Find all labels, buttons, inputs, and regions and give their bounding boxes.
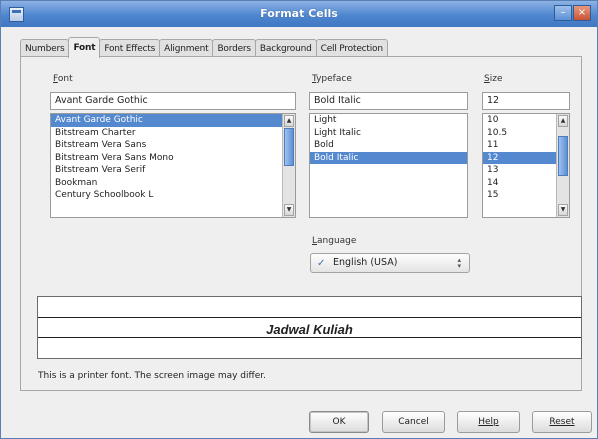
title-bar[interactable]: Format Cells – × — [1, 1, 597, 27]
printer-font-note: This is a printer font. The screen image… — [38, 371, 266, 381]
preview-top-line — [38, 317, 581, 318]
format-cells-dialog: Format Cells – × Numbers Font Font Effec… — [0, 0, 598, 439]
scroll-down-icon[interactable]: ▼ — [284, 204, 294, 216]
list-item[interactable]: Bold Italic — [310, 151, 467, 164]
tab-alignment[interactable]: Alignment — [159, 39, 214, 57]
preview-text: Jadwal Kuliah — [266, 322, 353, 337]
language-select[interactable]: ✓ English (USA) ▴ ▾ — [310, 253, 470, 273]
size-input[interactable]: 12 — [482, 92, 570, 110]
list-item[interactable]: Bitstream Vera Serif — [51, 164, 295, 177]
preview-baseline — [38, 337, 581, 338]
window-controls: – × — [553, 5, 591, 22]
scroll-thumb[interactable] — [284, 128, 294, 166]
list-item[interactable]: Bold — [310, 139, 467, 152]
list-item[interactable]: Light Italic — [310, 127, 467, 140]
list-item[interactable]: Avant Garde Gothic — [51, 114, 295, 127]
list-item[interactable]: Bitstream Vera Sans Mono — [51, 152, 295, 165]
font-name-input[interactable]: Avant Garde Gothic — [50, 92, 296, 110]
help-button[interactable]: Help — [457, 411, 520, 433]
tab-bar: Numbers Font Font Effects Alignment Bord… — [20, 37, 388, 58]
ok-button[interactable]: OK — [309, 411, 369, 433]
scroll-up-icon[interactable]: ▲ — [558, 115, 568, 127]
cancel-button[interactable]: Cancel — [382, 411, 445, 433]
spin-arrows-icon: ▴ ▾ — [457, 256, 461, 270]
list-item[interactable]: Bitstream Charter — [51, 127, 295, 140]
tab-font[interactable]: Font — [68, 37, 101, 58]
scroll-down-icon[interactable]: ▼ — [558, 204, 568, 216]
minimize-icon: – — [560, 7, 566, 18]
size-list-scrollbar[interactable]: ▲ ▼ — [556, 114, 569, 217]
tab-background[interactable]: Background — [254, 39, 317, 57]
window-title: Format Cells — [260, 7, 338, 20]
typeface-label: Typeface — [312, 74, 352, 84]
scroll-up-icon[interactable]: ▲ — [284, 115, 294, 127]
close-icon: × — [577, 7, 587, 18]
list-item[interactable]: Bitstream Vera Sans — [51, 139, 295, 152]
list-item[interactable]: Century Schoolbook L — [51, 189, 295, 202]
tab-font-effects[interactable]: Font Effects — [99, 39, 161, 57]
font-preview: Jadwal Kuliah — [37, 296, 582, 359]
close-button[interactable]: × — [573, 5, 591, 21]
typeface-input[interactable]: Bold Italic — [309, 92, 468, 110]
tab-borders[interactable]: Borders — [212, 39, 256, 57]
minimize-button[interactable]: – — [554, 5, 572, 21]
size-label: Size — [484, 74, 503, 84]
list-item[interactable]: Bookman — [51, 177, 295, 190]
language-value: English (USA) — [333, 257, 398, 268]
language-label: Language — [312, 236, 357, 246]
size-list[interactable]: 10 10.5 11 12 13 14 15 ▲ ▼ — [482, 113, 570, 218]
font-label: Font — [53, 74, 73, 84]
tab-cell-protection[interactable]: Cell Protection — [315, 39, 388, 57]
spell-check-icon: ✓ — [317, 258, 326, 269]
list-item[interactable]: Light — [310, 114, 467, 127]
font-list[interactable]: Avant Garde Gothic Bitstream Charter Bit… — [50, 113, 296, 218]
typeface-list[interactable]: Light Light Italic Bold Bold Italic — [309, 113, 468, 218]
font-list-scrollbar[interactable]: ▲ ▼ — [282, 114, 295, 217]
reset-button[interactable]: Reset — [532, 411, 592, 433]
tab-numbers[interactable]: Numbers — [20, 39, 70, 57]
scroll-thumb[interactable] — [558, 136, 568, 176]
